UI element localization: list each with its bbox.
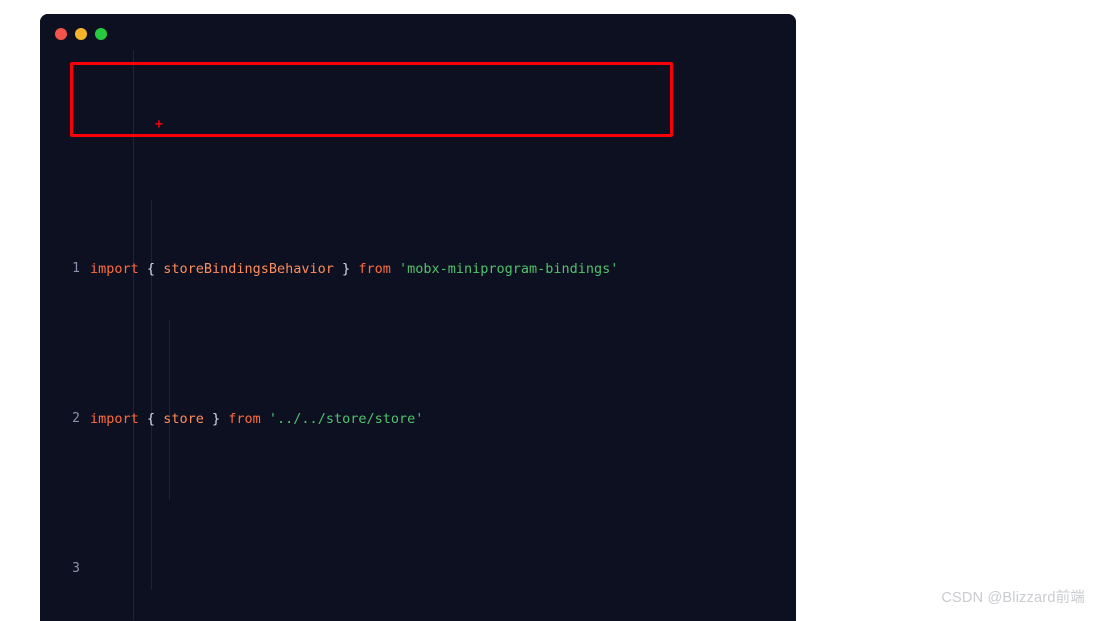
code-editor-window: 1 import { storeBindingsBehavior } from … bbox=[40, 14, 796, 621]
indent-guides bbox=[40, 50, 796, 621]
line-number: 3 bbox=[72, 561, 80, 576]
window-titlebar bbox=[40, 14, 796, 50]
line-number: 1 bbox=[72, 261, 80, 276]
line-number: 2 bbox=[72, 411, 80, 426]
maximize-button[interactable] bbox=[95, 28, 107, 40]
window-controls bbox=[55, 28, 107, 40]
minimize-button[interactable] bbox=[75, 28, 87, 40]
page-root: 1 import { storeBindingsBehavior } from … bbox=[0, 0, 1097, 621]
code-line[interactable]: 1 import { storeBindingsBehavior } from … bbox=[40, 254, 796, 284]
watermark-text: CSDN @Blizzard前端 bbox=[941, 590, 1085, 606]
code-line[interactable]: 2 import { store } from '../../store/sto… bbox=[40, 404, 796, 434]
line-code: import { storeBindingsBehavior } from 'm… bbox=[90, 261, 619, 277]
close-button[interactable] bbox=[55, 28, 67, 40]
line-code: import { store } from '../../store/store… bbox=[90, 411, 424, 427]
code-line[interactable]: 3 bbox=[40, 554, 796, 584]
indent-guide bbox=[133, 50, 134, 620]
code-content[interactable]: 1 import { storeBindingsBehavior } from … bbox=[40, 50, 796, 621]
